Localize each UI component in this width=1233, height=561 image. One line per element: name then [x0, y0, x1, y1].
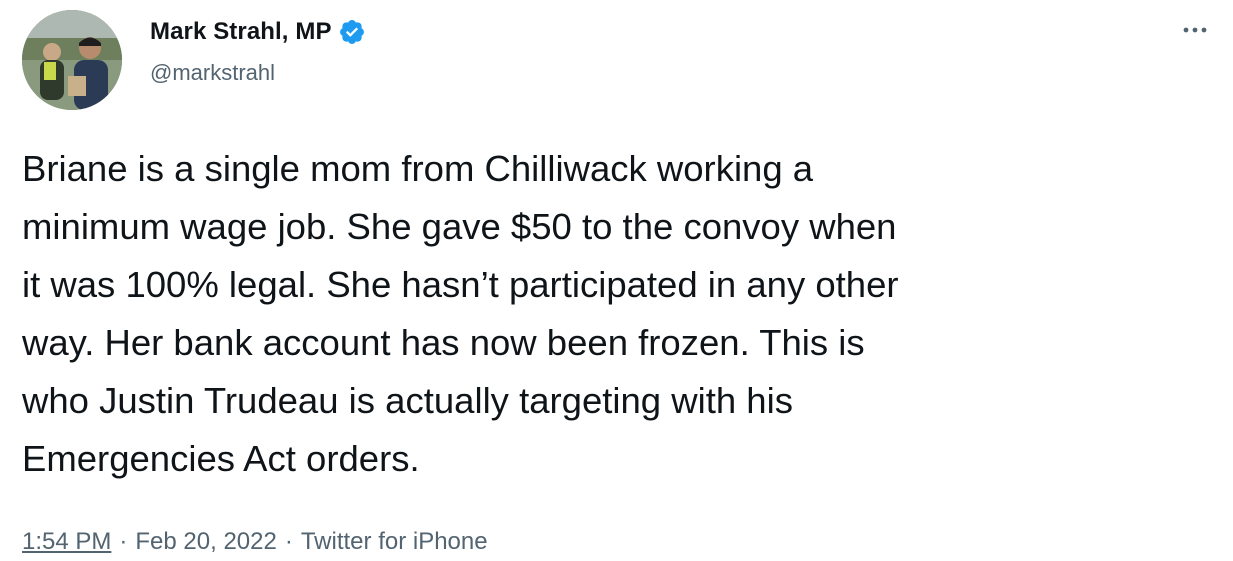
meta-separator: · [119, 528, 128, 555]
avatar-photo-icon [22, 10, 122, 110]
author-display-name[interactable]: Mark Strahl, MP [150, 18, 332, 46]
tweet-card: Mark Strahl, MP @markstrahl Briane is a … [0, 0, 1233, 561]
author-handle[interactable]: @markstrahl [150, 60, 275, 86]
verified-badge-icon [338, 18, 366, 46]
tweet-body-text: Briane is a single mom from Chilliwack w… [22, 148, 899, 479]
meta-separator: · [284, 528, 293, 555]
more-options-icon[interactable] [1180, 20, 1210, 40]
tweet-metadata: 1:54 PM · Feb 20, 2022 · Twitter for iPh… [22, 528, 488, 556]
tweet-timestamp-link[interactable]: 1:54 PM [22, 528, 111, 556]
tweet-date[interactable]: Feb 20, 2022 [135, 528, 276, 556]
tweet-source-link[interactable]: Twitter for iPhone [301, 528, 488, 556]
author-name-row: Mark Strahl, MP [150, 18, 366, 46]
author-avatar[interactable] [22, 10, 122, 110]
